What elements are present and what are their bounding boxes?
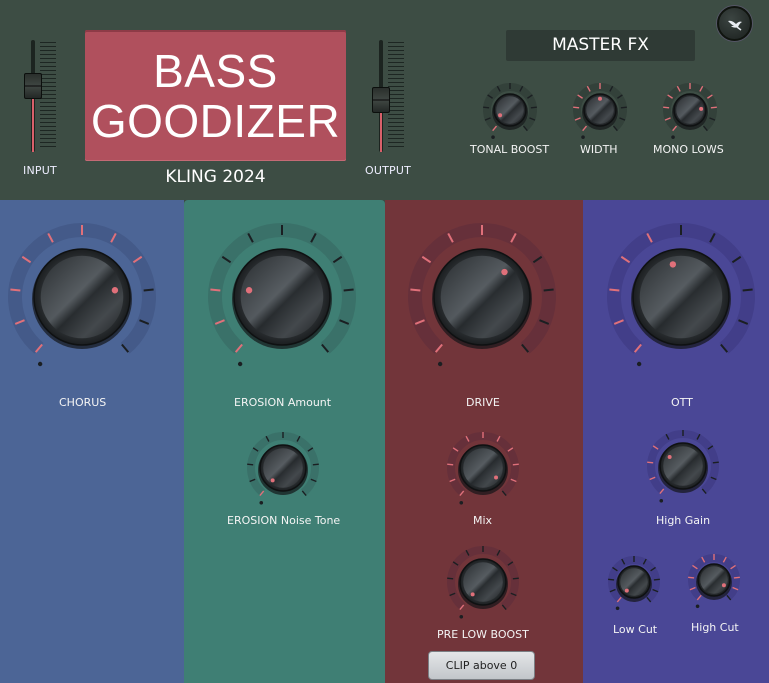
ott-indicator bbox=[669, 261, 677, 268]
high-gain-label: High Gain bbox=[656, 514, 711, 527]
product-logo: BASS GOODIZER bbox=[85, 30, 346, 161]
drive-indicator bbox=[501, 268, 508, 276]
low-cut-label: Low Cut bbox=[613, 623, 658, 636]
erosion-noise-tone-cap bbox=[263, 448, 303, 488]
high-gain-tick bbox=[712, 461, 719, 464]
low-cut-cap bbox=[620, 568, 648, 596]
erosion-noise-tone-min-dot bbox=[259, 500, 264, 505]
high-cut-min-dot bbox=[695, 604, 700, 609]
pre-low-boost-tick bbox=[447, 577, 454, 580]
output-fader-handle[interactable] bbox=[372, 87, 390, 114]
about-button[interactable] bbox=[717, 6, 752, 41]
input-fader-handle[interactable] bbox=[24, 72, 42, 99]
tonal-boost-tick bbox=[530, 106, 537, 109]
width-label: WIDTH bbox=[580, 143, 618, 156]
erosion-noise-tone-indicator bbox=[270, 478, 275, 483]
high-gain-cap bbox=[663, 446, 703, 486]
high-gain-tick bbox=[647, 461, 654, 464]
pre-low-boost-min-dot bbox=[459, 614, 464, 619]
erosion-amount-min-dot bbox=[237, 361, 243, 367]
plugin-window: INPUT BASS GOODIZER KLING 2024 OUTPUT MA… bbox=[0, 0, 769, 683]
tonal-boost-label: TONAL BOOST bbox=[470, 143, 550, 156]
mix-tick bbox=[447, 463, 454, 466]
erosion-amount-label: EROSION Amount bbox=[234, 396, 332, 409]
bird-logo-icon bbox=[728, 20, 742, 31]
drive-tick bbox=[410, 288, 421, 292]
mix-min-dot bbox=[459, 500, 464, 505]
ott-cap bbox=[639, 255, 723, 339]
high-cut-label: High Cut bbox=[691, 621, 739, 634]
width-tick bbox=[573, 106, 580, 109]
logo-title-line1: BASS bbox=[153, 44, 278, 97]
mono-lows-tick bbox=[663, 106, 670, 109]
high-cut-tick bbox=[733, 576, 740, 579]
pre-low-boost-label: PRE LOW BOOST bbox=[437, 628, 529, 641]
erosion-amount-cap bbox=[240, 255, 324, 339]
mix-label: Mix bbox=[473, 514, 493, 527]
clip-above-0-button[interactable]: CLIP above 0 bbox=[428, 651, 535, 680]
drive-min-dot bbox=[437, 361, 443, 367]
mono-lows-indicator bbox=[699, 106, 704, 111]
chorus-tick bbox=[10, 288, 21, 292]
output-fader[interactable] bbox=[370, 40, 404, 152]
low-cut-tick bbox=[608, 578, 615, 581]
mix-tick bbox=[512, 463, 519, 466]
low-cut-min-dot bbox=[615, 606, 620, 611]
input-label: INPUT bbox=[23, 164, 57, 177]
low-cut-tick bbox=[653, 578, 660, 581]
ott-tick bbox=[742, 288, 753, 292]
input-fader[interactable] bbox=[22, 40, 56, 152]
output-fader-fill bbox=[380, 113, 382, 152]
high-gain-min-dot bbox=[659, 498, 664, 503]
low-cut-indicator bbox=[624, 588, 629, 593]
input-fader-scale bbox=[40, 42, 56, 150]
mono-lows-label: MONO LOWS bbox=[653, 143, 724, 156]
high-cut-cap bbox=[700, 566, 728, 594]
header: INPUT BASS GOODIZER KLING 2024 OUTPUT MA… bbox=[0, 0, 769, 200]
mix-cap bbox=[463, 448, 503, 488]
output-fader-scale bbox=[388, 42, 404, 150]
chorus-indicator bbox=[111, 287, 119, 294]
erosion-noise-tone-tick bbox=[312, 463, 319, 466]
drive-cap bbox=[440, 255, 524, 339]
chorus-cap bbox=[40, 255, 124, 339]
drive-label: DRIVE bbox=[466, 396, 500, 409]
erosion-amount-tick bbox=[343, 288, 354, 292]
width-indicator bbox=[598, 96, 602, 101]
high-cut-tick bbox=[688, 576, 695, 579]
tonal-boost-min-dot bbox=[491, 135, 495, 139]
erosion-noise-tone-tick bbox=[247, 463, 254, 466]
output-label: OUTPUT bbox=[365, 164, 412, 177]
high-cut-indicator bbox=[721, 583, 726, 588]
master-fx-title: MASTER FX bbox=[506, 30, 695, 61]
tonal-boost-indicator bbox=[498, 113, 503, 118]
pre-low-boost-cap bbox=[463, 562, 503, 602]
ott-tick bbox=[609, 288, 620, 292]
input-fader-fill bbox=[32, 98, 34, 152]
chorus-tick bbox=[143, 288, 154, 292]
drive-tick bbox=[543, 288, 554, 292]
erosion-amount-indicator bbox=[245, 287, 253, 294]
erosion-amount-tick bbox=[210, 288, 221, 292]
chorus-min-dot bbox=[37, 361, 43, 367]
mix-indicator bbox=[494, 475, 499, 480]
tonal-boost-cap bbox=[496, 96, 524, 124]
mono-lows-min-dot bbox=[671, 135, 675, 139]
ott-label: OTT bbox=[671, 396, 693, 409]
logo-title-line2: GOODIZER bbox=[90, 94, 341, 147]
tonal-boost-tick bbox=[483, 106, 490, 109]
mono-lows-tick bbox=[710, 106, 717, 109]
pre-low-boost-indicator bbox=[470, 592, 475, 597]
chorus-label: CHORUS bbox=[59, 396, 107, 409]
width-tick bbox=[620, 106, 627, 109]
product-subtitle: KLING 2024 bbox=[165, 167, 266, 187]
erosion-noise-tone-label: EROSION Noise Tone bbox=[227, 514, 341, 527]
pre-low-boost-tick bbox=[512, 577, 519, 580]
high-gain-indicator bbox=[667, 454, 672, 459]
ott-min-dot bbox=[636, 361, 642, 367]
width-min-dot bbox=[581, 135, 585, 139]
